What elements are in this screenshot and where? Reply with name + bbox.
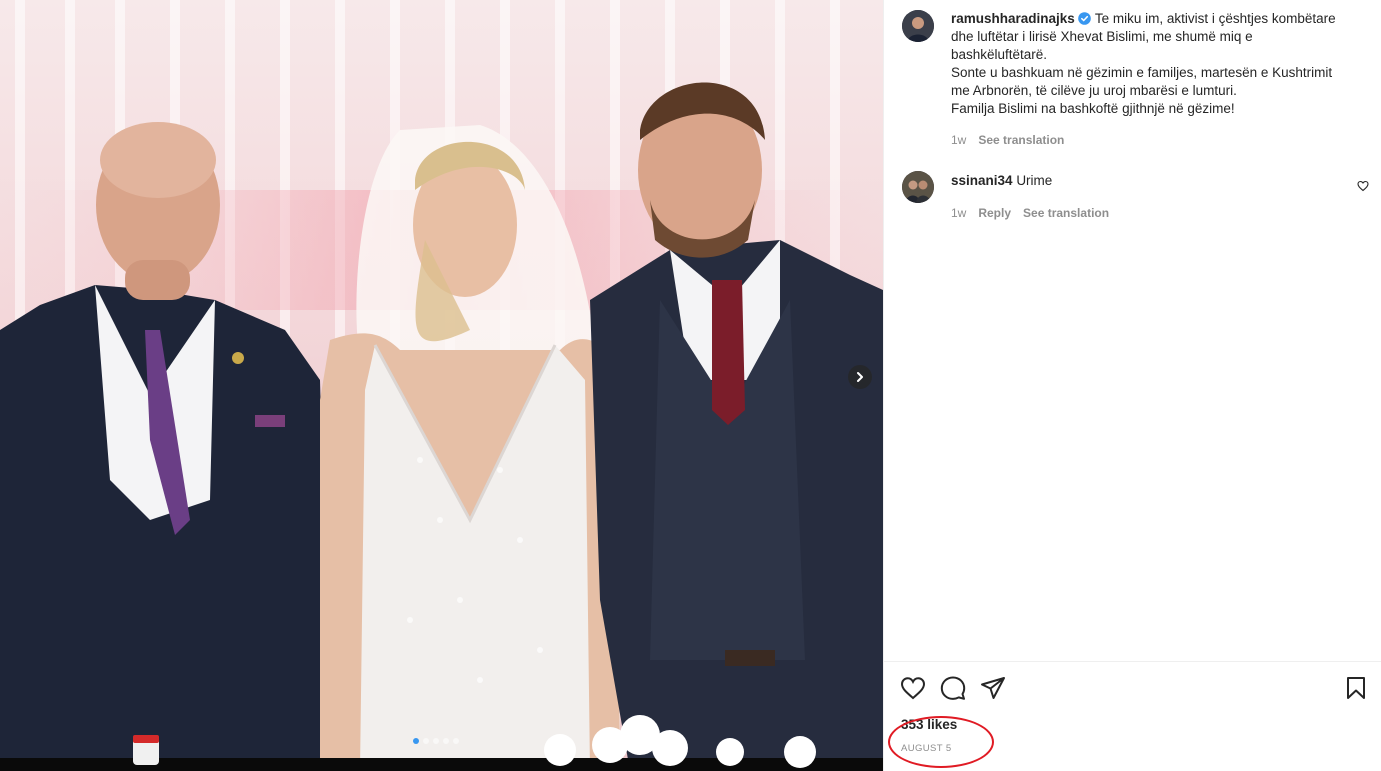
heart-icon[interactable] [900, 676, 926, 700]
verified-badge-icon [1078, 12, 1091, 25]
post-media[interactable] [0, 0, 883, 771]
comment-see-translation-link[interactable]: See translation [1023, 206, 1109, 220]
caption-meta: 1w See translation [951, 133, 1064, 147]
caption-line: dhe luftëtar i lirisë Xhevat Bislimi, me… [951, 29, 1253, 44]
carousel-next-button[interactable] [848, 365, 872, 389]
caption-line: bashkëluftëtarë. [951, 47, 1048, 62]
caption-see-translation-link[interactable]: See translation [978, 133, 1064, 147]
chevron-right-icon [857, 372, 863, 382]
carousel-dot [433, 738, 439, 744]
carousel-dot [413, 738, 419, 744]
comment-reply-link[interactable]: Reply [978, 206, 1011, 220]
carousel-indicator [413, 738, 459, 744]
post-photo [0, 0, 883, 771]
annotation-circle [888, 716, 994, 768]
comment: ssinani34 Urime [951, 173, 1052, 188]
share-icon[interactable] [980, 676, 1006, 700]
post-caption: ramushharadinajks Te miku im, aktivist i… [951, 10, 1361, 118]
carousel-dot [443, 738, 449, 744]
action-bar-divider [884, 661, 1381, 662]
caption-line: me Arbnorën, të cilëve ju uroj mbarësi e… [951, 83, 1237, 98]
post-side-panel: ramushharadinajks Te miku im, aktivist i… [883, 0, 1381, 771]
comment-age: 1w [951, 206, 967, 220]
author-username[interactable]: ramushharadinajks [951, 11, 1075, 26]
caption-age: 1w [951, 133, 967, 147]
bookmark-icon[interactable] [1345, 676, 1367, 700]
carousel-dot [423, 738, 429, 744]
carousel-dot [453, 738, 459, 744]
comment-text: Urime [1016, 173, 1053, 188]
caption-line: Sonte u bashkuam në gëzimin e familjes, … [951, 65, 1333, 80]
comment-meta: 1w Reply See translation [951, 206, 1109, 220]
caption-line: Familja Bislimi na bashkoftë gjithnjë në… [951, 101, 1235, 116]
comment-icon[interactable] [940, 676, 966, 700]
comment-like-heart-icon[interactable] [1357, 180, 1369, 192]
author-avatar[interactable] [902, 10, 934, 42]
caption-line: Te miku im, aktivist i çështjes kombëtar… [1094, 11, 1336, 26]
commenter-avatar[interactable] [902, 171, 934, 203]
commenter-username[interactable]: ssinani34 [951, 173, 1013, 188]
